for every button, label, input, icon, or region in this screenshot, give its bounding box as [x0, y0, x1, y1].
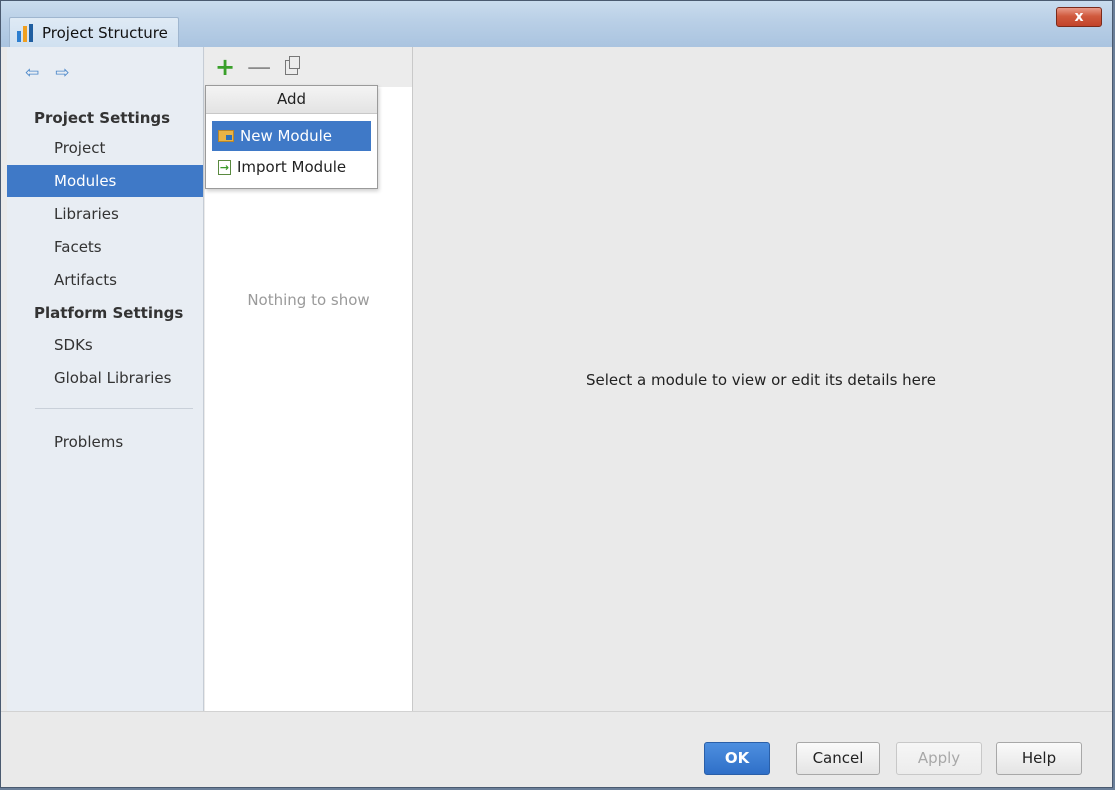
cancel-button[interactable]: Cancel [796, 742, 880, 775]
sidebar-item-facets[interactable]: Facets [7, 231, 203, 263]
title-bar[interactable]: Project Structure x [1, 1, 1112, 48]
sidebar-item-artifacts[interactable]: Artifacts [7, 264, 203, 296]
remove-icon[interactable]: — [247, 55, 271, 79]
project-settings-heading: Project Settings [34, 109, 171, 127]
window-title: Project Structure [42, 24, 168, 42]
sidebar-item-sdks[interactable]: SDKs [7, 329, 203, 361]
menu-item-import-module[interactable]: → Import Module [212, 152, 371, 182]
menu-item-new-module[interactable]: New Module [212, 121, 371, 151]
project-structure-dialog: Project Structure x ⇦ ⇨ Project Settings… [0, 0, 1113, 788]
details-placeholder: Select a module to view or edit its deta… [586, 371, 936, 389]
menu-item-label: New Module [240, 127, 333, 145]
dialog-body: ⇦ ⇨ Project Settings Project Modules Lib… [7, 47, 1108, 711]
sidebar-item-project[interactable]: Project [7, 132, 203, 164]
module-details-pane: Select a module to view or edit its deta… [414, 47, 1108, 711]
apply-button[interactable]: Apply [896, 742, 982, 775]
ok-button[interactable]: OK [704, 742, 770, 775]
import-arrow-icon: → [218, 159, 231, 175]
sidebar-divider [35, 408, 193, 409]
add-popup-menu: Add New Module → Import Module [205, 85, 378, 189]
empty-list-text: Nothing to show [247, 291, 370, 309]
sidebar-item-libraries[interactable]: Libraries [7, 198, 203, 230]
add-icon[interactable]: + [215, 55, 235, 79]
sidebar-item-problems[interactable]: Problems [7, 426, 203, 458]
sidebar-item-global-libraries[interactable]: Global Libraries [7, 362, 203, 394]
close-button[interactable]: x [1056, 7, 1102, 27]
menu-item-label: Import Module [237, 158, 347, 176]
copy-icon[interactable] [285, 55, 301, 75]
button-bar: OK Cancel Apply Help [1, 711, 1112, 787]
module-toolbar: + — [205, 47, 412, 87]
title-tab: Project Structure [9, 17, 179, 48]
help-button[interactable]: Help [996, 742, 1082, 775]
app-logo-icon [16, 24, 36, 42]
history-navigation: ⇦ ⇨ [25, 63, 70, 83]
popup-header: Add [206, 86, 377, 114]
sidebar-item-modules[interactable]: Modules [7, 165, 203, 197]
forward-arrow-icon[interactable]: ⇨ [55, 63, 69, 83]
settings-sidebar: ⇦ ⇨ Project Settings Project Modules Lib… [7, 47, 204, 711]
back-arrow-icon[interactable]: ⇦ [25, 63, 39, 83]
module-folder-icon [218, 130, 234, 142]
platform-settings-heading: Platform Settings [34, 304, 184, 322]
